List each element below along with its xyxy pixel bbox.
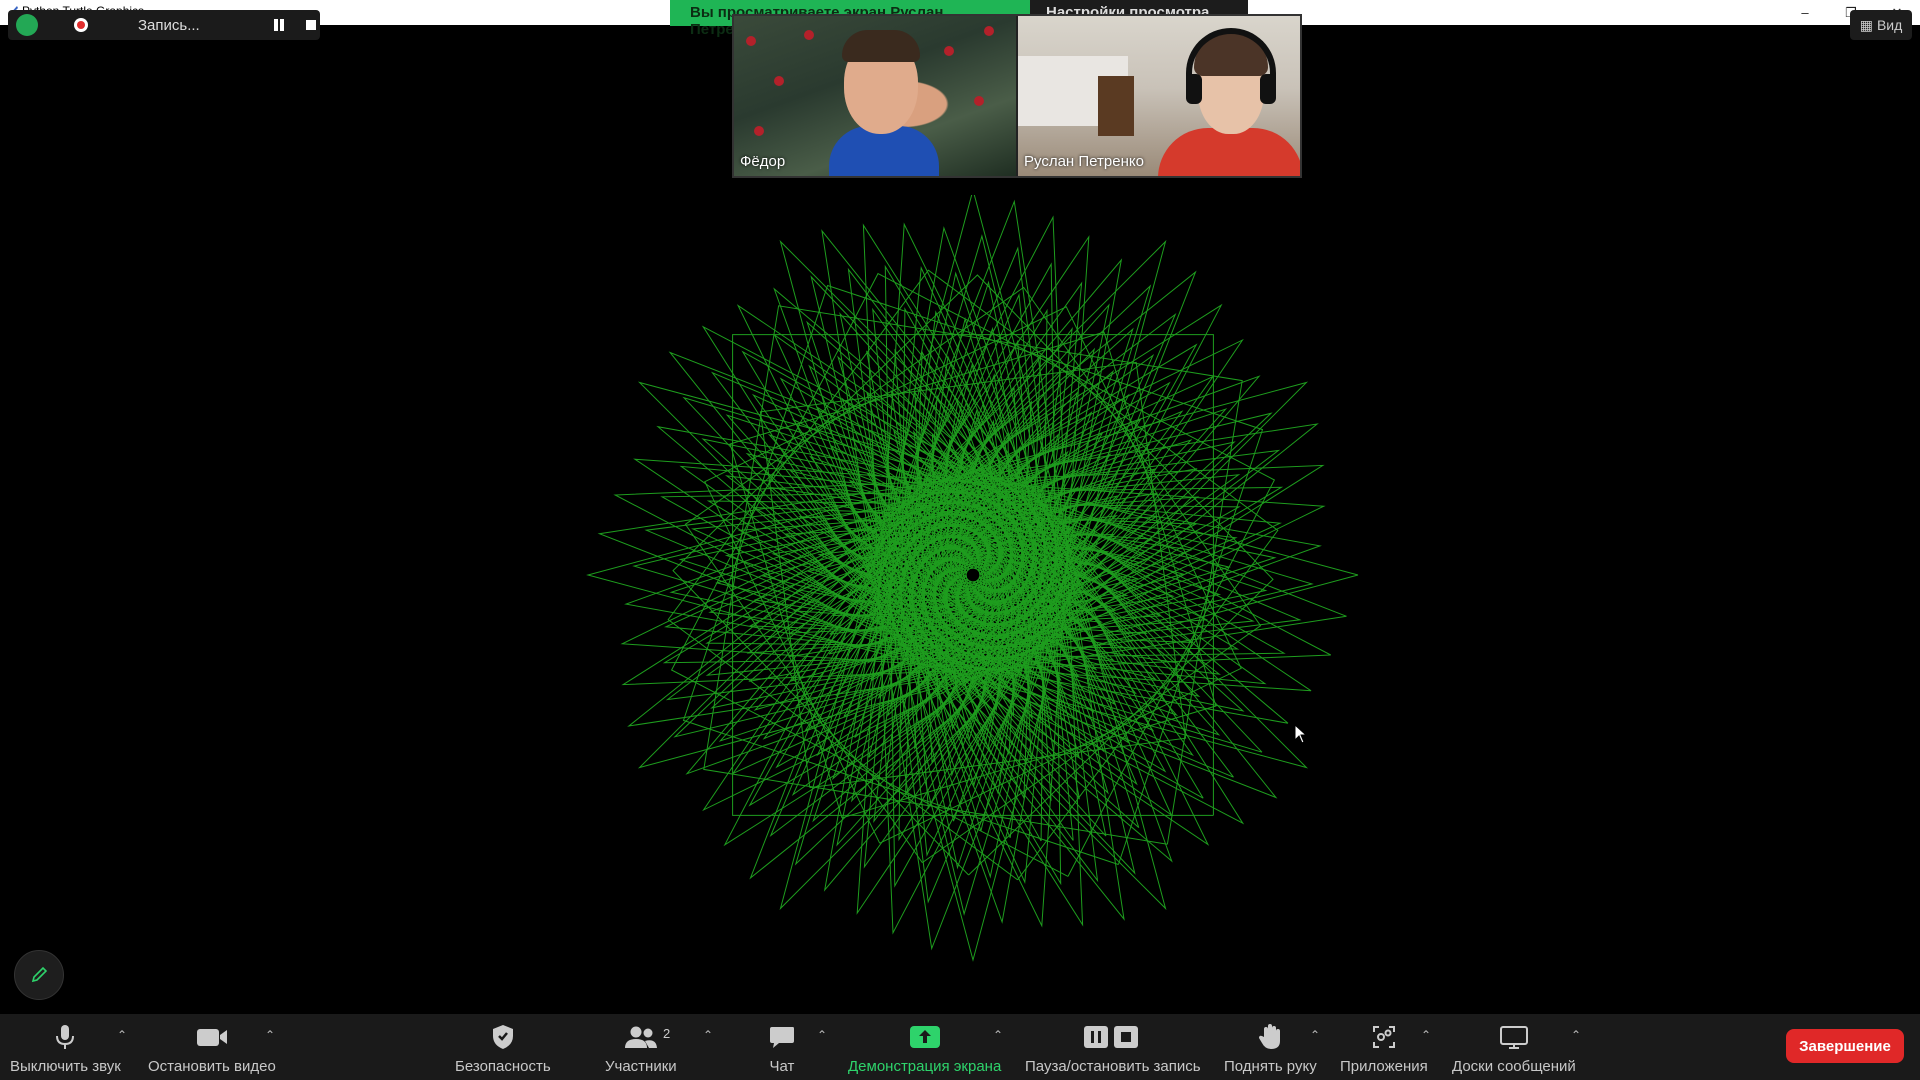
whiteboards-label: Доски сообщений bbox=[1452, 1058, 1576, 1075]
pause-stop-recording-button[interactable]: Пауза/остановить запись bbox=[1025, 1022, 1201, 1075]
reactions-caret-icon[interactable]: ⌃ bbox=[1310, 1028, 1320, 1042]
pencil-icon bbox=[31, 966, 48, 983]
mute-button[interactable]: Выключить звук bbox=[10, 1022, 121, 1075]
raise-hand-button[interactable]: Поднять руку bbox=[1224, 1022, 1317, 1075]
participants-icon bbox=[624, 1026, 657, 1048]
stop-recording-button[interactable] bbox=[306, 20, 316, 30]
stop-video-label: Остановить видео bbox=[148, 1058, 276, 1075]
video-tile-participant-2[interactable]: Руслан Петренко bbox=[1018, 16, 1300, 176]
view-button[interactable]: ▦ Вид bbox=[1850, 10, 1912, 40]
recording-indicator: Запись... bbox=[8, 10, 320, 40]
turtle-star-layer bbox=[944, 546, 1002, 604]
apps-options-caret-icon[interactable]: ⌃ bbox=[1421, 1028, 1431, 1042]
turtle-star-layer bbox=[597, 199, 1347, 951]
share-screen-arrow-icon bbox=[909, 1026, 940, 1048]
share-options-caret-icon[interactable]: ⌃ bbox=[993, 1028, 1003, 1042]
security-button[interactable]: Безопасность bbox=[455, 1022, 551, 1075]
turtle-graphics-drawing bbox=[586, 195, 1359, 962]
participants-label: Участники bbox=[605, 1058, 677, 1075]
share-screen-button[interactable]: Демонстрация экрана bbox=[848, 1022, 1001, 1075]
video-camera-icon bbox=[196, 1029, 227, 1046]
recording-label: Запись... bbox=[138, 17, 200, 34]
end-meeting-button[interactable]: Завершение bbox=[1786, 1029, 1904, 1063]
raise-hand-label: Поднять руку bbox=[1224, 1058, 1317, 1075]
participants-count-badge: 2 bbox=[663, 1026, 671, 1041]
turtle-star-layer bbox=[724, 326, 1222, 822]
whiteboard-icon bbox=[1499, 1026, 1528, 1049]
chat-label: Чат bbox=[769, 1058, 795, 1075]
pause-stop-icon bbox=[1083, 1026, 1138, 1048]
mute-options-caret-icon[interactable]: ⌃ bbox=[117, 1028, 127, 1042]
turtle-square-layer bbox=[703, 305, 1243, 845]
participant-name: Руслан Петренко bbox=[1024, 153, 1144, 170]
mouse-cursor-icon bbox=[1294, 724, 1308, 744]
turtle-star-layer bbox=[691, 293, 1255, 857]
turtle-star-layer bbox=[632, 234, 1314, 916]
apps-icon bbox=[1372, 1026, 1395, 1048]
turtle-star-layer bbox=[660, 262, 1286, 888]
view-button-label: Вид bbox=[1876, 17, 1903, 33]
minimize-button[interactable]: – bbox=[1782, 0, 1828, 25]
turtle-star-layer bbox=[838, 438, 1110, 712]
microphone-icon bbox=[56, 1025, 75, 1049]
whiteboards-button[interactable]: Доски сообщений bbox=[1452, 1022, 1576, 1075]
turtle-star-layer bbox=[705, 307, 1241, 842]
video-options-caret-icon[interactable]: ⌃ bbox=[265, 1028, 275, 1042]
hand-icon bbox=[1259, 1024, 1281, 1049]
meeting-toolbar: Выключить звук ⌃ Остановить видео ⌃ Безо… bbox=[0, 1014, 1920, 1080]
security-label: Безопасность bbox=[455, 1058, 551, 1075]
mute-label: Выключить звук bbox=[10, 1058, 121, 1075]
turtle-star-layer bbox=[708, 310, 1238, 838]
apps-button[interactable]: Приложения bbox=[1340, 1022, 1428, 1075]
chat-options-caret-icon[interactable]: ⌃ bbox=[817, 1028, 827, 1042]
pause-recording-button[interactable] bbox=[273, 19, 285, 31]
participant-name: Фёдор bbox=[740, 153, 786, 170]
zoom-meeting-window: Python Turtle Graphics – ❐ ✕ Вы просматр… bbox=[0, 0, 1920, 1080]
turtle-square-layer bbox=[732, 334, 1214, 816]
recording-dot-icon bbox=[74, 18, 88, 32]
security-shield-icon bbox=[16, 14, 38, 36]
pause-stop-recording-label: Пауза/остановить запись bbox=[1025, 1058, 1201, 1075]
stop-video-button[interactable]: Остановить видео bbox=[148, 1022, 276, 1075]
participants-options-caret-icon[interactable]: ⌃ bbox=[703, 1028, 713, 1042]
video-tile-participant-1[interactable]: Фёдор bbox=[734, 16, 1016, 176]
chat-button[interactable]: Чат bbox=[768, 1022, 796, 1075]
video-thumbnails: Фёдор Руслан Петренко bbox=[732, 14, 1302, 178]
annotate-pen-button[interactable] bbox=[14, 950, 64, 1000]
grid-view-icon: ▦ bbox=[1859, 16, 1873, 33]
turtle-star-layer bbox=[624, 226, 1322, 924]
share-screen-label: Демонстрация экрана bbox=[848, 1058, 1002, 1075]
apps-label: Приложения bbox=[1340, 1058, 1428, 1075]
chat-bubble-icon bbox=[770, 1027, 794, 1048]
shield-icon bbox=[492, 1025, 513, 1049]
whiteboards-options-caret-icon[interactable]: ⌃ bbox=[1571, 1028, 1581, 1042]
